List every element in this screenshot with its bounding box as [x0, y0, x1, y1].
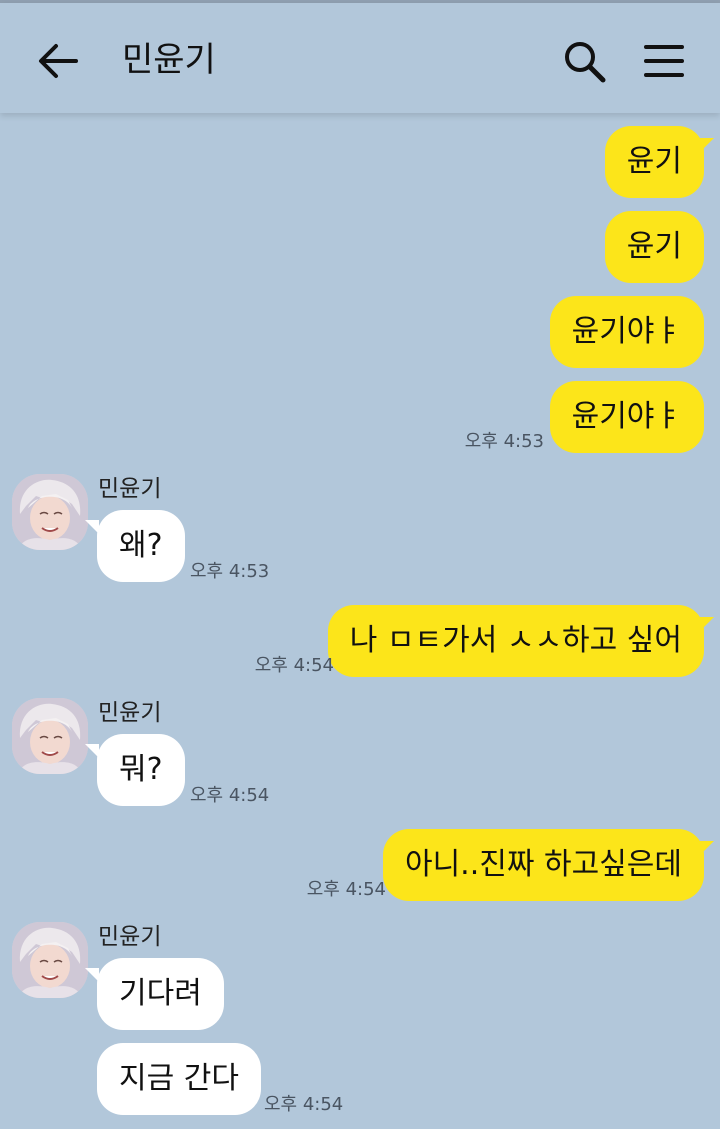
their-message-bubble[interactable]: 왜? — [97, 510, 185, 582]
sender-name: 민윤기 — [98, 700, 162, 726]
message-time: 오후 4:54 — [306, 879, 386, 900]
their-message-bubble[interactable]: 기다려 — [97, 958, 224, 1030]
bubble-tail — [85, 744, 99, 758]
message-time: 오후 4:53 — [464, 431, 544, 452]
bubble-tail — [700, 138, 714, 152]
avatar[interactable] — [12, 698, 88, 774]
sender-name: 민윤기 — [98, 924, 162, 950]
bubble-tail — [85, 520, 99, 534]
menu-button[interactable] — [642, 41, 686, 81]
profile-photo — [12, 474, 88, 550]
their-message-bubble[interactable]: 뭐? — [97, 734, 185, 806]
profile-photo — [12, 922, 88, 998]
chat-title: 민윤기 — [122, 40, 216, 80]
message-time: 오후 4:53 — [190, 561, 270, 582]
search-icon — [565, 42, 606, 83]
chat-header: 민윤기 — [0, 3, 720, 113]
message-time: 오후 4:54 — [254, 655, 334, 676]
my-message-bubble[interactable]: 윤기 — [604, 126, 704, 198]
avatar[interactable] — [12, 922, 88, 998]
my-message-bubble[interactable]: 나 ㅁㅌ가서 ㅅㅅ하고 싶어 — [327, 605, 704, 677]
my-message-bubble[interactable]: 윤기 — [604, 211, 704, 283]
profile-photo — [12, 698, 88, 774]
message-time: 오후 4:54 — [264, 1094, 344, 1115]
hamburger-menu-icon — [644, 45, 684, 77]
message-time: 오후 4:54 — [190, 785, 270, 806]
arrow-left-icon — [39, 44, 78, 78]
bubble-tail — [700, 841, 714, 855]
my-message-bubble[interactable]: 윤기야ㅑ — [549, 381, 704, 453]
bubble-tail — [700, 617, 714, 631]
sender-name: 민윤기 — [98, 476, 162, 502]
my-message-bubble[interactable]: 아니..진짜 하고싶은데 — [382, 829, 704, 901]
bubble-tail — [85, 968, 99, 982]
search-button[interactable] — [560, 37, 608, 85]
my-message-bubble[interactable]: 윤기야ㅑ — [549, 296, 704, 368]
avatar[interactable] — [12, 474, 88, 550]
their-message-bubble[interactable]: 지금 간다 — [97, 1043, 261, 1115]
back-button[interactable] — [36, 41, 80, 81]
